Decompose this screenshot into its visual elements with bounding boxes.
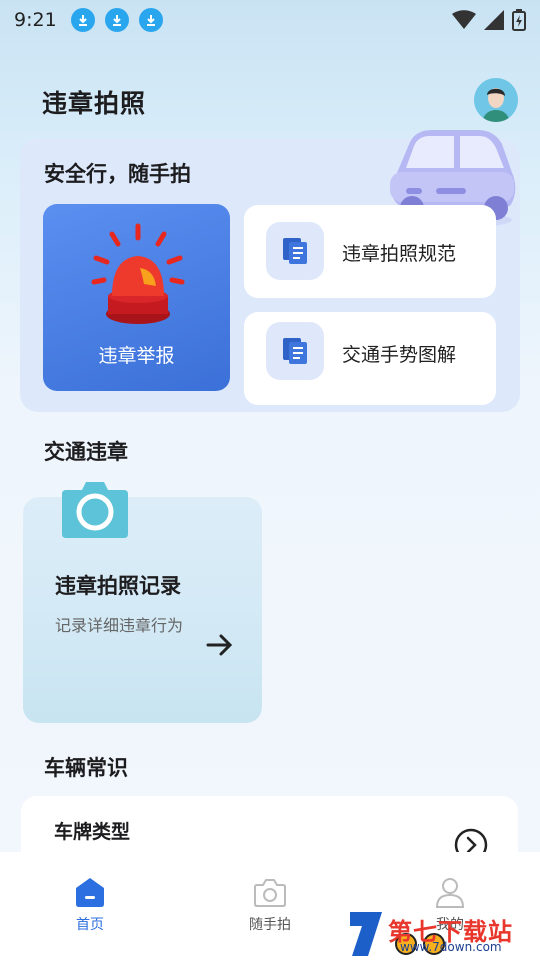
record-card[interactable]: [23, 497, 262, 723]
page-title: 违章拍照: [42, 89, 147, 118]
download-icon: [104, 8, 129, 32]
record-card-subtitle: 记录详细违章行为: [55, 616, 184, 635]
status-bar: 9:21: [0, 0, 540, 40]
rules-card-label: 违章拍照规范: [342, 243, 457, 265]
camera-icon: [254, 879, 286, 907]
gestures-card-label: 交通手势图解: [342, 344, 457, 366]
nav-home[interactable]: 首页: [30, 876, 150, 934]
camera-icon: [62, 482, 128, 538]
record-card-title: 违章拍照记录: [55, 574, 181, 598]
watermark-url: www.7down.com: [400, 940, 502, 954]
status-time: 9:21: [14, 9, 57, 31]
wifi-icon: [452, 10, 476, 29]
signal-icon: [484, 10, 504, 30]
nav-snap[interactable]: 随手拍: [210, 876, 330, 934]
document-icon: [266, 322, 324, 380]
nav-home-label: 首页: [76, 917, 104, 933]
download-icon: [70, 8, 95, 32]
violation-section-title: 交通违章: [44, 440, 128, 464]
download-icon: [138, 8, 163, 32]
document-icon: [266, 222, 324, 280]
arrow-right-icon[interactable]: [206, 633, 234, 657]
home-icon: [76, 878, 104, 907]
nav-snap-label: 随手拍: [249, 917, 291, 933]
report-button-label: 违章举报: [98, 345, 175, 367]
user-icon: [435, 878, 465, 908]
avatar[interactable]: [474, 78, 518, 122]
siren-icon: [91, 223, 185, 324]
battery-icon: [512, 9, 526, 31]
plate-card-title: 车牌类型: [54, 821, 131, 843]
knowledge-section-title: 车辆常识: [44, 756, 128, 780]
safe-section-title: 安全行，随手拍: [44, 162, 191, 186]
